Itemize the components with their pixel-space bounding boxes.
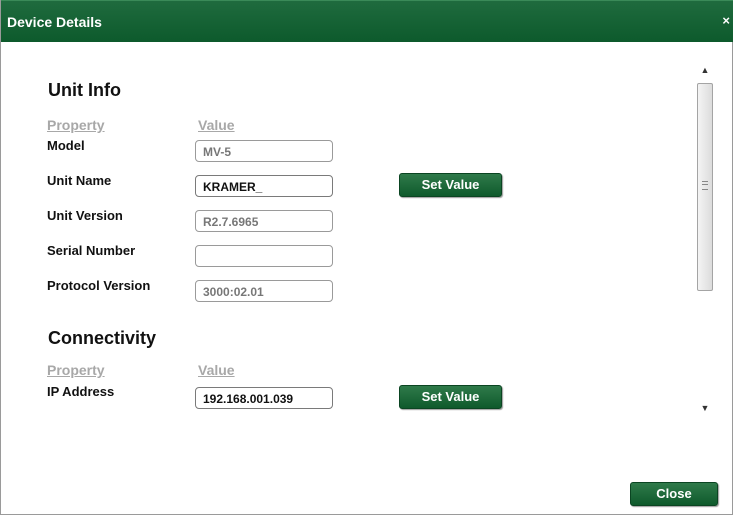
device-details-dialog: Device Details × Unit Info Property Valu… — [0, 0, 733, 515]
dialog-titlebar[interactable]: Device Details × — [1, 0, 733, 42]
unit-name-set-value-button[interactable]: Set Value — [399, 173, 502, 197]
unit-version-field: R2.7.6965 — [195, 210, 333, 232]
scroll-down-arrow-icon[interactable]: ▼ — [695, 398, 715, 418]
close-button[interactable]: Close — [630, 482, 718, 506]
scroll-grip-icon — [702, 181, 708, 190]
protocol-version-field: 3000:02.01 — [195, 280, 333, 302]
model-field: MV-5 — [195, 140, 333, 162]
ip-address-set-value-button[interactable]: Set Value — [399, 385, 502, 409]
unit-info-property-header: Property — [47, 117, 105, 133]
unit-info-value-header: Value — [198, 117, 235, 133]
connectivity-value-header: Value — [198, 362, 235, 378]
unit-name-input[interactable]: KRAMER_ — [195, 175, 333, 197]
dialog-title: Device Details — [7, 14, 102, 30]
scroll-up-arrow-icon[interactable]: ▲ — [695, 60, 715, 80]
ip-address-label: IP Address — [47, 384, 115, 399]
content-scrollbar[interactable]: ▲ ▼ — [695, 60, 715, 418]
serial-number-field — [195, 245, 333, 267]
unit-version-label: Unit Version — [47, 208, 123, 223]
serial-number-label: Serial Number — [47, 243, 136, 258]
unit-info-heading: Unit Info — [48, 80, 121, 100]
model-label: Model — [47, 138, 85, 153]
scroll-thumb[interactable] — [697, 83, 713, 291]
unit-name-label: Unit Name — [47, 173, 112, 188]
connectivity-heading: Connectivity — [48, 328, 157, 348]
connectivity-property-header: Property — [47, 362, 105, 378]
protocol-version-label: Protocol Version — [47, 278, 151, 293]
ip-address-input[interactable]: 192.168.001.039 — [195, 387, 333, 409]
close-icon[interactable]: × — [722, 13, 730, 28]
